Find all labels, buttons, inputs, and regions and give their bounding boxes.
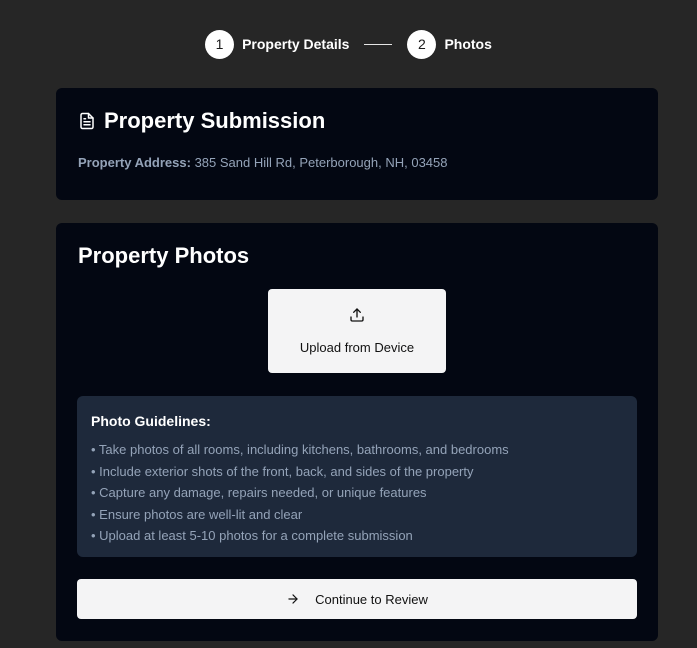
upload-label: Upload from Device [299, 340, 415, 355]
guidelines-list: • Take photos of all rooms, including ki… [91, 439, 623, 547]
progress-stepper: 1 Property Details 2 Photos [0, 29, 697, 59]
step-number: 1 [205, 29, 235, 59]
upload-icon [350, 308, 364, 322]
step-number: 2 [407, 29, 437, 59]
address-value: 385 Sand Hill Rd, Peterborough, NH, 0345… [194, 155, 448, 170]
guidelines-title: Photo Guidelines: [91, 413, 211, 429]
property-submission-card [56, 88, 658, 200]
continue-to-review-button[interactable]: Continue to Review [77, 579, 637, 619]
guideline-item: • Ensure photos are well-lit and clear [91, 506, 303, 522]
arrow-right-icon [288, 594, 298, 604]
step-photos: 2 Photos [407, 29, 492, 59]
guideline-item: • Capture any damage, repairs needed, or… [91, 485, 427, 500]
property-address: Property Address: 385 Sand Hill Rd, Pete… [78, 155, 448, 170]
step-property-details: 1 Property Details [205, 29, 350, 59]
photo-guidelines: Photo Guidelines: • Take photos of all r… [77, 396, 637, 557]
continue-label: Continue to Review [315, 591, 428, 607]
step-connector [364, 43, 393, 45]
guideline-item: • Upload at least 5-10 photos for a comp… [91, 528, 413, 543]
photos-title: Property Photos [78, 243, 250, 268]
step-label: Photos [444, 36, 492, 52]
step-label: Property Details [242, 36, 350, 52]
submission-header: Property Submission [78, 108, 325, 134]
guideline-item: • Include exterior shots of the front, b… [91, 463, 474, 479]
document-icon [80, 112, 94, 130]
guideline-item: • Take photos of all rooms, including ki… [91, 442, 509, 457]
submission-title: Property Submission [104, 108, 326, 133]
address-label: Property Address: [78, 155, 191, 170]
upload-from-device-button[interactable]: Upload from Device [268, 289, 446, 373]
